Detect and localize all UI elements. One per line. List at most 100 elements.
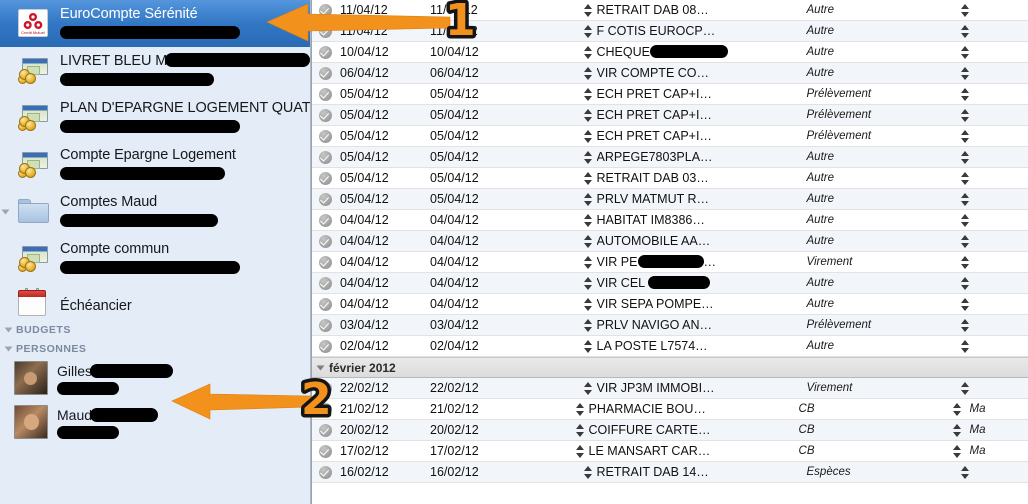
- stepper-icon[interactable]: [961, 255, 970, 270]
- sidebar-item-echeancier[interactable]: Échéancier: [0, 282, 310, 320]
- stepper-icon[interactable]: [584, 213, 593, 228]
- table-row[interactable]: 03/04/12 03/04/12 PRLV NAVIGO AN… Prélèveme…: [312, 315, 1028, 336]
- check-icon[interactable]: [318, 129, 332, 143]
- sidebar-section-personnes[interactable]: PERSONNES: [0, 339, 310, 358]
- stepper-icon[interactable]: [961, 150, 970, 165]
- sidebar-item-eurocompte-serenite[interactable]: Credit Mutuel EuroCompte Sérénité: [0, 0, 310, 47]
- stepper-icon[interactable]: [961, 381, 970, 396]
- cell-category-stepper[interactable]: [957, 3, 975, 18]
- check-icon[interactable]: [318, 465, 332, 479]
- check-icon[interactable]: [318, 24, 332, 38]
- stepper-icon[interactable]: [961, 213, 970, 228]
- check-icon[interactable]: [318, 192, 332, 206]
- row-checked-cell[interactable]: [312, 192, 338, 206]
- stepper-icon[interactable]: [576, 423, 585, 438]
- row-checked-cell[interactable]: [312, 45, 338, 59]
- cell-sort-stepper[interactable]: [581, 318, 597, 333]
- table-row[interactable]: 04/04/12 04/04/12 VIR CEL Autre: [312, 273, 1028, 294]
- row-checked-cell[interactable]: [312, 24, 338, 38]
- stepper-icon[interactable]: [953, 402, 962, 417]
- table-row[interactable]: 04/04/12 04/04/12 HABITAT IM8386… Autre: [312, 210, 1028, 231]
- check-icon[interactable]: [318, 276, 332, 290]
- cell-category-stepper[interactable]: [957, 171, 975, 186]
- table-row[interactable]: 05/04/12 05/04/12 PRLV MATMUT R… Autre: [312, 189, 1028, 210]
- sidebar-item-plan-epargne-logement[interactable]: PLAN D'EPARGNE LOGEMENT QUATT…: [0, 94, 310, 141]
- cell-sort-stepper[interactable]: [581, 234, 597, 249]
- row-checked-cell[interactable]: [312, 255, 338, 269]
- check-icon[interactable]: [318, 213, 332, 227]
- stepper-icon[interactable]: [584, 171, 593, 186]
- row-checked-cell[interactable]: [312, 318, 338, 332]
- table-row[interactable]: 05/04/12 05/04/12 ECH PRET CAP+I… Prélèveme…: [312, 105, 1028, 126]
- cell-sort-stepper[interactable]: [581, 129, 597, 144]
- stepper-icon[interactable]: [584, 45, 593, 60]
- stepper-icon[interactable]: [584, 87, 593, 102]
- stepper-icon[interactable]: [961, 297, 970, 312]
- check-icon[interactable]: [318, 150, 332, 164]
- sidebar-item-person-maud[interactable]: Maud: [0, 402, 310, 446]
- stepper-icon[interactable]: [584, 192, 593, 207]
- stepper-icon[interactable]: [584, 381, 593, 396]
- check-icon[interactable]: [318, 339, 332, 353]
- stepper-icon[interactable]: [584, 3, 593, 18]
- check-icon[interactable]: [318, 108, 332, 122]
- cell-sort-stepper[interactable]: [581, 66, 597, 81]
- cell-sort-stepper[interactable]: [573, 423, 589, 438]
- stepper-icon[interactable]: [961, 234, 970, 249]
- stepper-icon[interactable]: [961, 108, 970, 123]
- table-row[interactable]: 04/04/12 04/04/12 AUTOMOBILE AA… Autre: [312, 231, 1028, 252]
- cell-category-stepper[interactable]: [957, 192, 975, 207]
- check-icon[interactable]: [318, 234, 332, 248]
- stepper-icon[interactable]: [961, 3, 970, 18]
- cell-sort-stepper[interactable]: [573, 402, 589, 417]
- sidebar-item-livret-bleu[interactable]: LIVRET BLEU M: [0, 47, 310, 94]
- row-checked-cell[interactable]: [312, 402, 338, 416]
- cell-category-stepper[interactable]: [957, 381, 975, 396]
- stepper-icon[interactable]: [961, 276, 970, 291]
- cell-sort-stepper[interactable]: [581, 108, 597, 123]
- stepper-icon[interactable]: [961, 465, 970, 480]
- cell-sort-stepper[interactable]: [581, 276, 597, 291]
- stepper-icon[interactable]: [584, 24, 593, 39]
- sidebar-item-comptes-maud[interactable]: Comptes Maud: [0, 188, 310, 235]
- stepper-icon[interactable]: [961, 339, 970, 354]
- check-icon[interactable]: [318, 255, 332, 269]
- row-checked-cell[interactable]: [312, 234, 338, 248]
- stepper-icon[interactable]: [576, 402, 585, 417]
- row-checked-cell[interactable]: [312, 444, 338, 458]
- cell-category-stepper[interactable]: [957, 339, 975, 354]
- row-checked-cell[interactable]: [312, 129, 338, 143]
- stepper-icon[interactable]: [961, 66, 970, 81]
- cell-category-stepper[interactable]: [949, 444, 967, 459]
- stepper-icon[interactable]: [584, 66, 593, 81]
- table-row[interactable]: 10/04/12 10/04/12 CHEQUE Autre: [312, 42, 1028, 63]
- row-checked-cell[interactable]: [312, 213, 338, 227]
- table-row[interactable]: 11/04/12 11/04/12 F COTIS EUROCP… Autre: [312, 21, 1028, 42]
- cell-sort-stepper[interactable]: [581, 213, 597, 228]
- chevron-down-icon[interactable]: [4, 346, 13, 351]
- row-checked-cell[interactable]: [312, 465, 338, 479]
- cell-sort-stepper[interactable]: [573, 444, 589, 459]
- cell-sort-stepper[interactable]: [581, 24, 597, 39]
- table-row[interactable]: 04/04/12 04/04/12 VIR SEPA POMPE… Autre: [312, 294, 1028, 315]
- cell-category-stepper[interactable]: [957, 297, 975, 312]
- stepper-icon[interactable]: [961, 192, 970, 207]
- check-icon[interactable]: [318, 444, 332, 458]
- row-checked-cell[interactable]: [312, 171, 338, 185]
- sidebar-item-compte-epargne-logement[interactable]: Compte Epargne Logement: [0, 141, 310, 188]
- cell-category-stepper[interactable]: [957, 150, 975, 165]
- cell-category-stepper[interactable]: [957, 24, 975, 39]
- table-row[interactable]: 02/04/12 02/04/12 LA POSTE L7574… Autre: [312, 336, 1028, 357]
- check-icon[interactable]: [318, 402, 332, 416]
- cell-category-stepper[interactable]: [957, 45, 975, 60]
- table-row[interactable]: 11/04/12 11/04/12 RETRAIT DAB 08… Autre: [312, 0, 1028, 21]
- row-checked-cell[interactable]: [312, 297, 338, 311]
- cell-sort-stepper[interactable]: [581, 465, 597, 480]
- table-group-header[interactable]: février 2012: [312, 357, 1028, 378]
- cell-category-stepper[interactable]: [957, 276, 975, 291]
- check-icon[interactable]: [318, 423, 332, 437]
- row-checked-cell[interactable]: [312, 339, 338, 353]
- stepper-icon[interactable]: [961, 171, 970, 186]
- chevron-right-icon[interactable]: [1, 209, 10, 215]
- row-checked-cell[interactable]: [312, 108, 338, 122]
